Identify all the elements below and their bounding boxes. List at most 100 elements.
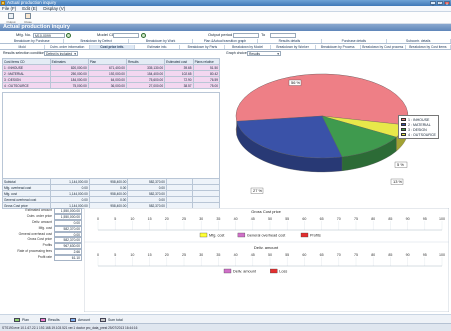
door-icon [25,13,31,19]
app-icon [1,1,5,5]
tab-breakdown-purchase[interactable]: Breakdown by Purchase [0,39,65,43]
tick-label: 60 [302,253,306,257]
legend-swatch [401,123,406,126]
tick-label: 50 [268,217,272,221]
filter-bar: Mfg. No. M10-0099 Model CD Output period… [0,31,451,39]
tick-label: 5 [114,253,116,257]
document-icon [8,13,14,19]
legend-label: 2 : MATERIAL [408,122,431,127]
results-swatch [40,317,46,322]
tick-label: 80 [371,217,375,221]
pie-label: 56 % [291,80,301,85]
legend-swatch [199,232,208,238]
tick-label: 0 [97,217,99,221]
tab-breakdown-parts[interactable]: Breakdown by Parts [180,44,226,49]
cell: 4 : OUTSOURCE [2,82,51,89]
tick-label: 100 [439,253,445,257]
graph-choice-select[interactable]: Results [247,51,281,56]
tick-label: 5 [114,217,116,221]
conditions-select[interactable]: Defect is included [44,51,78,56]
tab-breakdown-model[interactable]: Breakdown by Model [225,44,271,49]
tab-breakdown-process[interactable]: Breakdown by Process [316,44,361,49]
minimize-button[interactable]: _ [430,1,436,6]
window-title: Actual production inquiry [7,0,57,5]
tick-label: 0 [97,253,99,257]
cost-items-table: Cost items CD Estimates Plan Results Est… [2,58,221,89]
plan-toggle[interactable]: Plan [14,317,29,323]
tick-label: 75 [354,217,358,221]
period-to-input[interactable] [270,32,296,38]
tick-label: 80 [371,253,375,257]
summary-values: Estimated amount 1,550,000.00 Cstm. order… [2,208,82,262]
results-label: Results [48,317,60,322]
output-period-label: Output period [208,32,233,37]
pie-label: 13 % [393,179,403,184]
table-empty-area [2,92,220,186]
period-from-input[interactable] [233,32,259,38]
legend-label: 3 : DESIGN [408,127,427,132]
tab-mold[interactable]: Mold [0,44,46,49]
legend-swatch [401,128,406,131]
tick-label: 25 [182,217,186,221]
tab-plan-actual-graph[interactable]: Plan &Actual transition graph [193,39,258,43]
close-window-button[interactable]: X [444,1,450,6]
tab-row-top: Breakdown by Purchase Breakdown by Defec… [0,39,451,44]
tab-subcontr-details[interactable]: Subcontr. details [387,39,451,43]
legend-label: 4 : OUTSOURCE [408,132,436,137]
tick-label: 95 [423,217,427,221]
tick-label: 70 [337,253,341,257]
sum-total-toggle[interactable]: Sum total [100,317,123,323]
maximize-button[interactable]: □ [437,1,443,6]
tab-results-details[interactable]: Results details [258,39,323,43]
status-bar: STS190.exe 10.1.67.22.1 192.168.19.103.5… [0,323,451,331]
tab-row-bottom: Mold Cstm. order information Cost price … [0,44,451,50]
tick-label: 10 [130,253,134,257]
search-icon[interactable] [66,32,71,38]
tab-cstm-order-info[interactable]: Cstm. order information [45,44,91,49]
legend-swatch [401,133,406,136]
tick-label: 65 [320,253,324,257]
table-row[interactable]: 4 : OUTSOURCE 75,000.00 36,000.00 27,000.00… [2,82,221,89]
tab-breakdown-cost-process[interactable]: Breakdown by Cost process [361,44,406,49]
menu-display[interactable]: Display (V) [43,6,65,11]
mfg-no-input[interactable]: M10-0099 [33,32,65,38]
tick-label: 35 [216,217,220,221]
search-icon[interactable] [141,32,146,38]
legend-label: Loss [279,270,287,274]
tick-label: 40 [234,217,238,221]
legend-swatch [401,118,406,121]
results-toggle[interactable]: Results [40,317,60,323]
bottom-button-bar: Plan Results Amount Sum total [0,314,451,323]
period-separator: To [261,32,266,37]
tab-cost-price-info[interactable]: Cost price info. [90,44,136,49]
graph-choice-label: Graph choice [226,51,247,55]
amount-toggle[interactable]: Amount [70,317,90,323]
tick-label: 10 [130,217,134,221]
legend-label: General overhead cost [247,234,286,238]
legend-swatch [237,232,246,238]
menu-edit[interactable]: Edit (E) [22,6,37,11]
output-details-button[interactable]: Output details [2,13,20,28]
model-cd-input[interactable] [113,32,139,38]
tab-purchase-details[interactable]: Purchase details [322,39,387,43]
tab-breakdown-cost-items[interactable]: Breakdown by Cost items [406,44,451,49]
tick-label: 75 [354,253,358,257]
close-button[interactable]: Close [21,13,35,24]
tab-estimate-info[interactable]: Estimate info. [135,44,181,49]
tick-label: 60 [302,217,306,221]
mfg-no-label: Mfg. No. [16,32,32,37]
tick-label: 85 [388,253,392,257]
legend-item: 4 : OUTSOURCE [401,132,436,137]
tab-breakdown-work[interactable]: Breakdown by Work [129,39,194,43]
tick-label: 35 [216,253,220,257]
toolbar: Output details Close [0,12,451,28]
menu-file[interactable]: File (F) [2,6,16,11]
tab-breakdown-defect[interactable]: Breakdown by Defect [64,39,129,43]
summary-row: Profit rate 61.10 [2,255,82,262]
tab-breakdown-worker[interactable]: Breakdown by Worker [271,44,316,49]
cell: 75,000.00 [49,82,89,89]
pie-label: 27 % [253,188,263,193]
cell: 27,000.00 [125,82,166,89]
options-bar: Results selection conditions Defect is i… [0,50,451,57]
legend-swatch [223,268,232,274]
